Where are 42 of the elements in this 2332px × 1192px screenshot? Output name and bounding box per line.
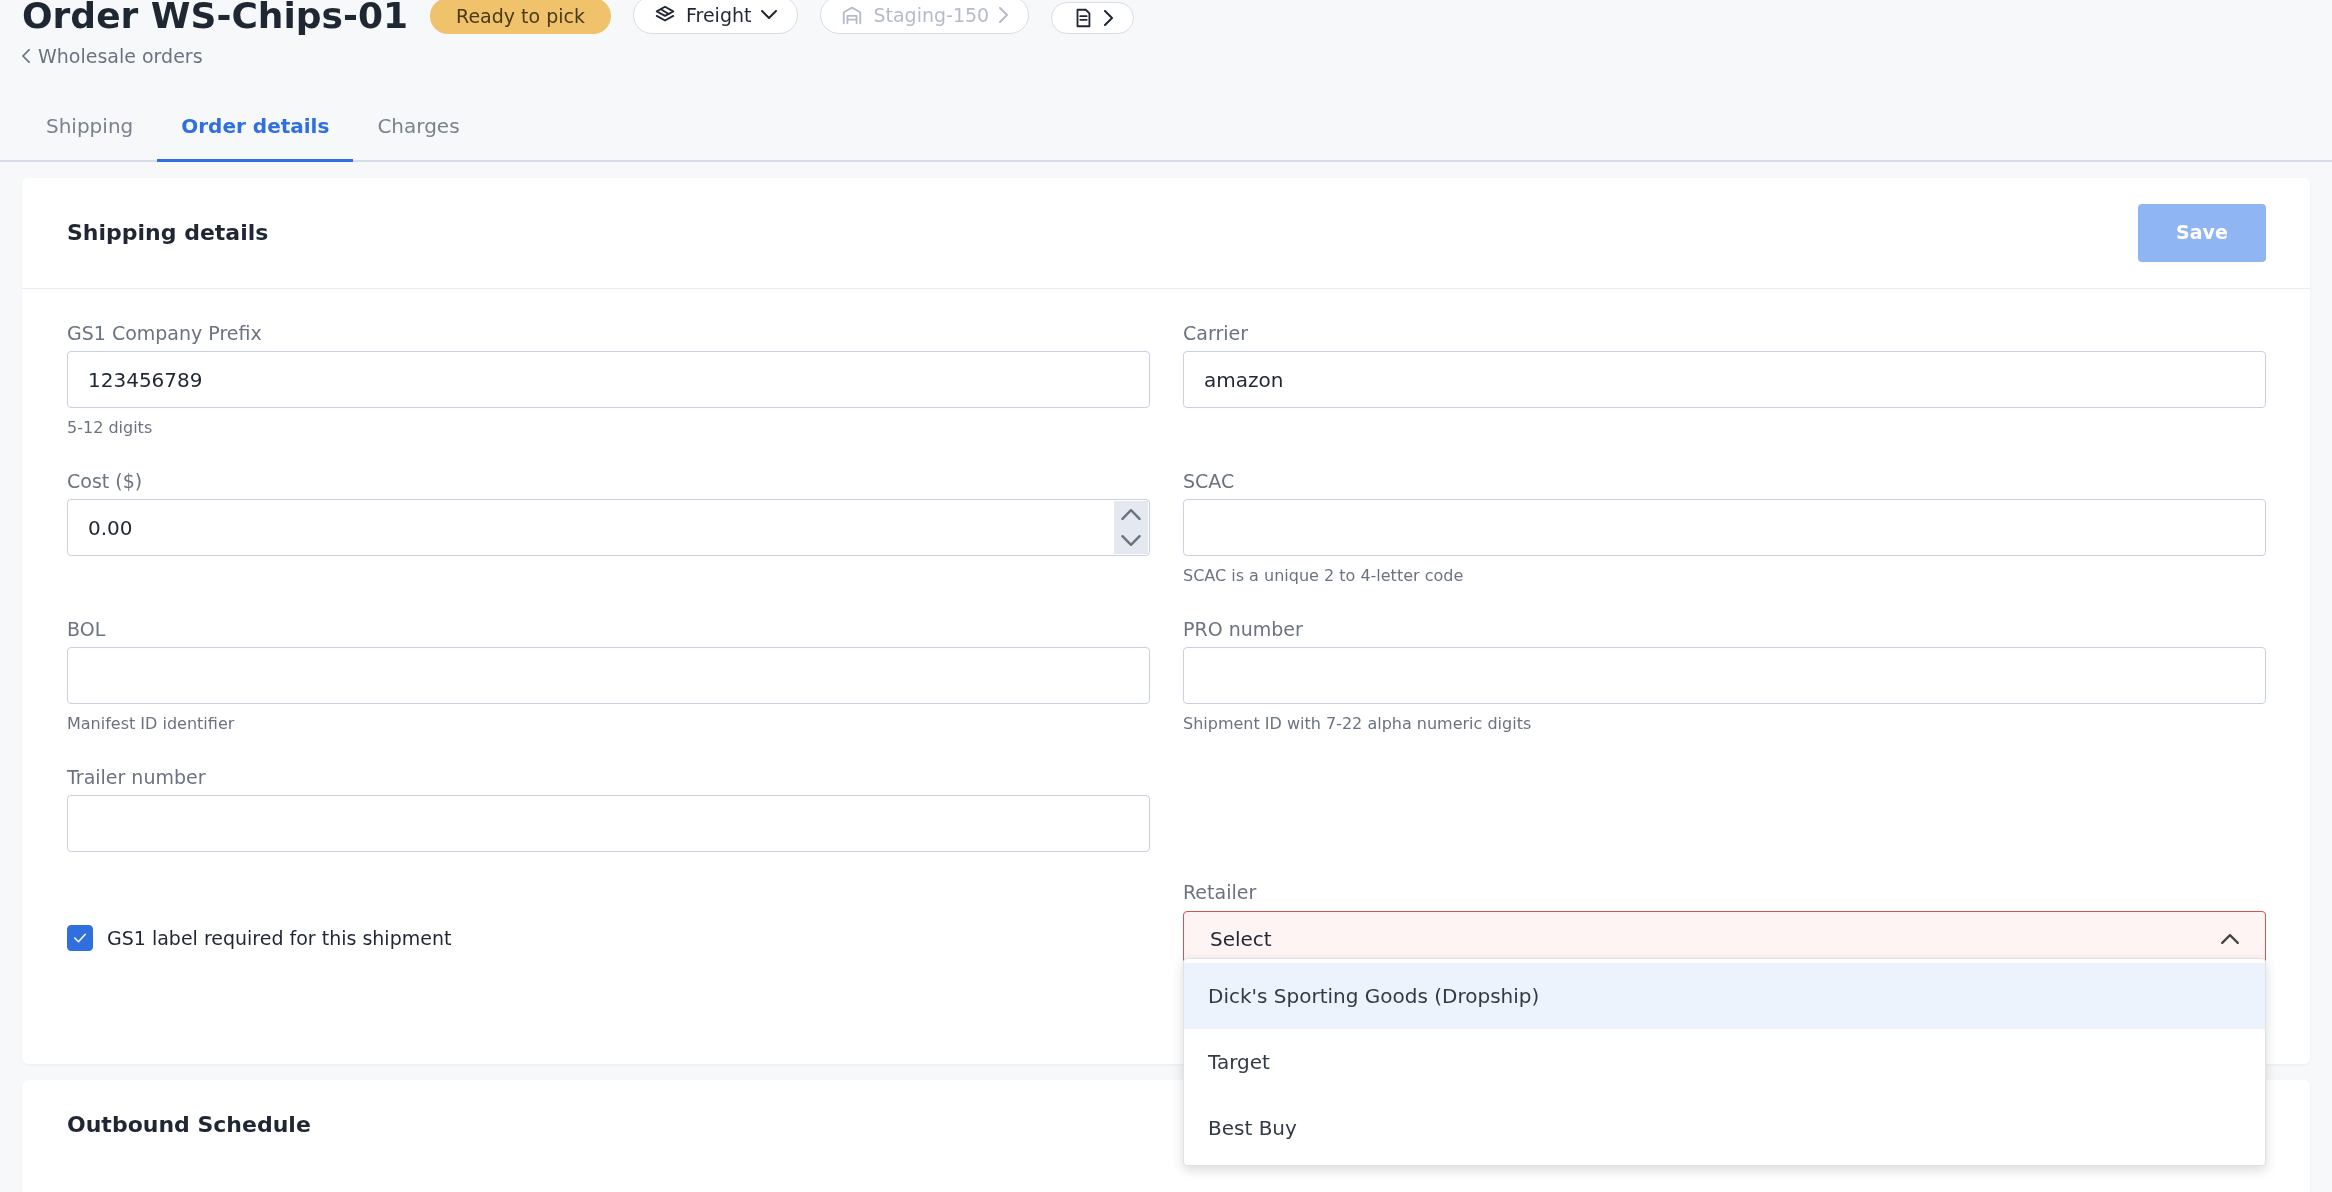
chevron-up-icon: [2221, 934, 2239, 944]
icon-button[interactable]: [1051, 2, 1135, 34]
dropdown-option[interactable]: Dick's Sporting Goods (Dropship): [1184, 962, 2265, 1029]
section-title: Shipping details: [67, 219, 269, 247]
tab[interactable]: Shipping: [22, 96, 158, 162]
field-label: PRO number: [1183, 616, 1303, 642]
help-text: Shipment ID with 7-22 alpha numeric digits: [1183, 713, 1532, 735]
menu-button[interactable]: Freight: [633, 0, 799, 34]
breadcrumb-link[interactable]: Wholesale orders: [38, 42, 203, 71]
input-field[interactable]: [67, 795, 1150, 852]
number-stepper[interactable]: [1114, 501, 1148, 554]
field-label: Cost ($): [67, 468, 143, 494]
dropdown-option[interactable]: Best Buy: [1184, 1094, 2265, 1161]
input-field[interactable]: [1183, 499, 2266, 556]
chevron-right-icon: [999, 6, 1009, 23]
input-field[interactable]: [67, 647, 1150, 704]
tab[interactable]: Order details: [157, 96, 354, 162]
checkbox-label: GS1 label required for this shipment: [107, 925, 452, 951]
order-title: Order WS-Chips-01: [22, 0, 409, 34]
checkbox[interactable]: [67, 924, 93, 951]
field-label: GS1 Company Prefix: [67, 320, 262, 346]
chevron-up-icon: [1121, 508, 1141, 520]
section-title: Outbound Schedule: [67, 1110, 311, 1139]
back-chevron-icon: [22, 49, 30, 64]
field-label: Retailer: [1183, 880, 1257, 905]
field-label: Trailer number: [67, 764, 206, 790]
chevron-down-icon: [761, 10, 778, 20]
help-text: Manifest ID identifier: [67, 713, 235, 735]
field-label: BOL: [67, 616, 106, 642]
input-field[interactable]: [1183, 647, 2266, 704]
tab[interactable]: Charges: [353, 96, 484, 162]
field-label: SCAC: [1183, 468, 1235, 494]
help-text: SCAC is a unique 2 to 4-letter code: [1183, 565, 1464, 587]
input-field[interactable]: 0.00: [67, 499, 1150, 556]
help-text: 5-12 digits: [67, 417, 153, 439]
chevron-right-icon: [1104, 10, 1114, 26]
input-field[interactable]: amazon: [1183, 351, 2266, 408]
status-badge: Ready to pick: [430, 0, 611, 34]
input-field[interactable]: 123456789: [67, 351, 1150, 408]
field-label: Carrier: [1183, 320, 1248, 346]
dropdown-option[interactable]: Target: [1184, 1028, 2265, 1095]
chevron-down-icon: [1121, 535, 1141, 547]
